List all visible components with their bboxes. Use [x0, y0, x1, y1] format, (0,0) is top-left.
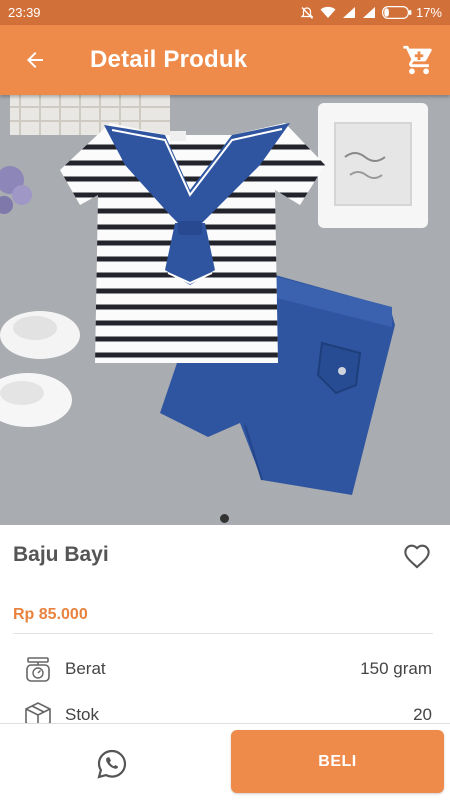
spec-row-stock: Stok 20: [22, 697, 432, 723]
product-photo: [0, 95, 450, 525]
mute-icon: [300, 6, 314, 20]
shopping-cart-icon: [403, 45, 432, 75]
cart-button[interactable]: [388, 25, 450, 95]
status-time: 23:39: [8, 5, 41, 20]
battery-percent: 17%: [415, 5, 442, 20]
wifi-icon: [320, 6, 336, 19]
spec-value: 150 gram: [360, 659, 432, 678]
divider: [13, 633, 433, 634]
gallery-page-indicator: [220, 514, 229, 523]
product-price: Rp 85.000: [13, 606, 88, 623]
spec-label: Berat: [65, 659, 106, 678]
signal-icon-2: [362, 6, 376, 19]
bottom-action-bar: BELI: [0, 723, 450, 800]
heart-icon: [404, 544, 430, 569]
favorite-button[interactable]: [402, 541, 432, 571]
page-title: Detail Produk: [90, 46, 248, 73]
status-bar: 23:39 17%: [0, 0, 450, 25]
status-icons: 17%: [300, 5, 442, 20]
product-name: Baju Bayi: [13, 543, 109, 566]
buy-button[interactable]: BELI: [231, 730, 444, 793]
battery-icon: [381, 6, 412, 19]
app-bar: Detail Produk: [0, 25, 450, 95]
battery-indicator: 17%: [381, 5, 442, 20]
product-details: Baju Bayi Rp 85.000 Berat 150 gram Stok …: [0, 525, 450, 723]
arrow-left-icon: [27, 52, 43, 68]
spec-value: 20: [413, 705, 432, 723]
product-image-carousel[interactable]: [0, 95, 450, 525]
spec-row-weight: Berat 150 gram: [22, 651, 432, 687]
signal-icon: [342, 6, 356, 19]
whatsapp-icon: [97, 749, 127, 779]
scale-icon: [22, 653, 54, 685]
whatsapp-button[interactable]: [82, 744, 142, 784]
back-button[interactable]: [0, 25, 70, 95]
box-icon: [22, 699, 54, 723]
spec-label: Stok: [65, 705, 100, 723]
